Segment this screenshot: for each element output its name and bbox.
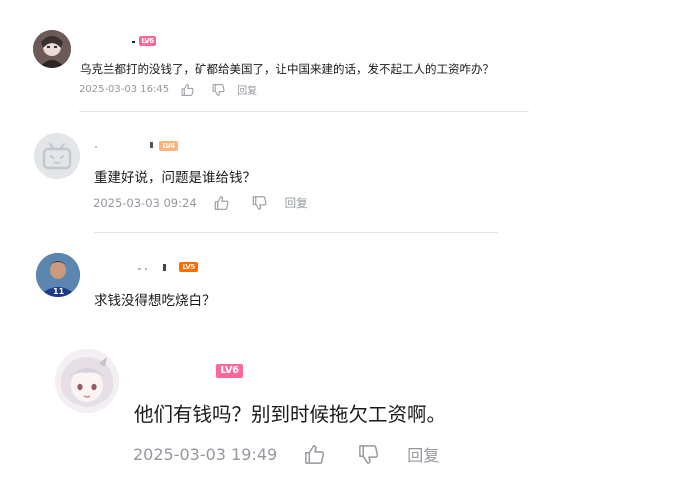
like-button[interactable] [304, 444, 325, 464]
dislike-button[interactable] [358, 444, 379, 464]
comment-meta: 2025-03-03 19:49 回复 [133, 442, 439, 466]
user-avatar[interactable] [55, 349, 119, 413]
thumbs-down-icon [359, 444, 379, 464]
reply-button[interactable]: 回复 [407, 442, 439, 466]
thumbs-up-icon [305, 444, 325, 464]
comment-4: LV6 他们有钱吗？别到时候拖欠工资啊。 2025-03-03 19:49 回复 [0, 0, 680, 492]
level-badge: LV6 [216, 364, 243, 378]
comment-time: 2025-03-03 19:49 [133, 444, 278, 464]
comment-text: 他们有钱吗？别到时候拖欠工资啊。 [134, 403, 447, 426]
anime-girl-avatar-icon [55, 349, 119, 413]
